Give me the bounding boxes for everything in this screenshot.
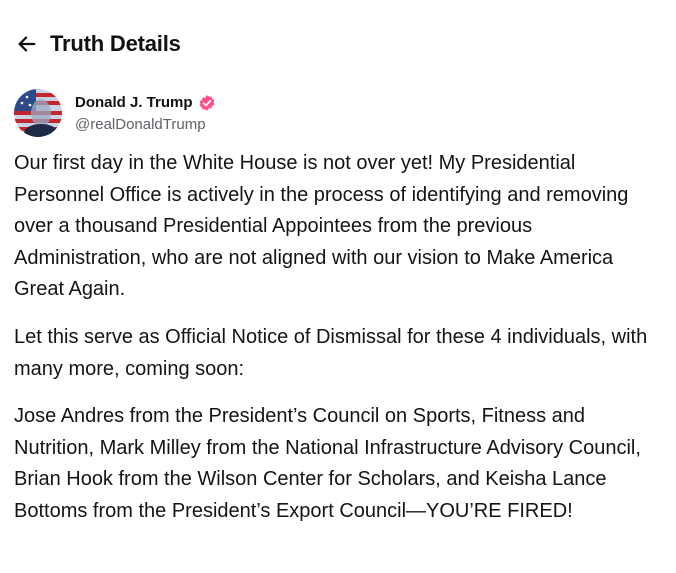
page-title: Truth Details [50, 31, 181, 56]
post-paragraph: Jose Andres from the President’s Council… [14, 405, 641, 522]
arrow-left-icon [18, 36, 36, 52]
post-author: Donald J. Trump @realDonaldTrump [14, 89, 216, 137]
avatar[interactable] [14, 89, 62, 137]
post-paragraph: Let this serve as Official Notice of Dis… [14, 325, 648, 380]
post-paragraph: Our first day in the White House is not … [14, 152, 629, 301]
author-handle[interactable]: @realDonaldTrump [75, 116, 216, 133]
verified-badge-icon [198, 94, 216, 112]
post-content: Our first day in the White House is not … [14, 148, 664, 544]
back-button[interactable] [14, 31, 40, 57]
page-header: Truth Details [14, 28, 181, 60]
author-name[interactable]: Donald J. Trump [75, 94, 193, 111]
